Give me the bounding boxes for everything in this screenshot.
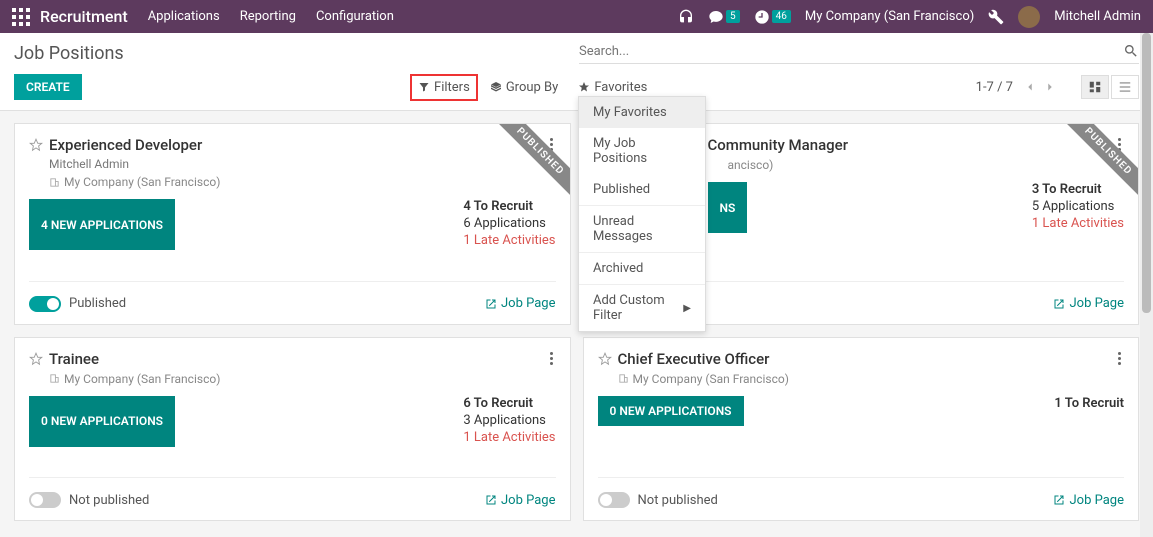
pager: 1-7 / 7: [976, 75, 1139, 99]
page-title: Job Positions: [14, 43, 124, 64]
favorite-star-icon[interactable]: [29, 138, 43, 152]
search-area: [579, 43, 1139, 64]
groupby-button[interactable]: Group By: [490, 80, 559, 95]
kanban-board: PUBLISHED Experienced Developer Mitchell…: [0, 111, 1153, 533]
top-nav: Recruitment Applications Reporting Confi…: [0, 0, 1153, 33]
job-card: Trainee My Company (San Francisco) 0 NEW…: [14, 337, 571, 522]
search-input[interactable]: [579, 44, 1123, 59]
favorites-button[interactable]: Favorites: [578, 80, 647, 95]
user-name[interactable]: Mitchell Admin: [1054, 9, 1141, 24]
groupby-label: Group By: [506, 80, 559, 95]
job-page-link[interactable]: Job Page: [485, 296, 556, 311]
new-applications-button[interactable]: NS: [708, 182, 748, 233]
list-view-button[interactable]: [1111, 75, 1139, 99]
published-toggle[interactable]: [29, 492, 61, 508]
job-company: My Company (San Francisco): [49, 372, 548, 386]
external-link-icon: [1053, 494, 1065, 506]
pager-next[interactable]: [1043, 80, 1057, 94]
published-toggle[interactable]: [29, 296, 61, 312]
job-card: Chief Executive Officer My Company (San …: [583, 337, 1140, 522]
add-custom-filter-label: Add Custom Filter: [593, 293, 683, 323]
published-label: Published: [69, 296, 126, 311]
building-icon: [49, 177, 60, 188]
pager-text[interactable]: 1-7 / 7: [976, 80, 1013, 95]
job-page-link[interactable]: Job Page: [1053, 493, 1124, 508]
filters-dropdown: My Favorites My Job Positions Published …: [578, 96, 706, 332]
new-applications-button[interactable]: 4 NEW APPLICATIONS: [29, 199, 175, 250]
activity-icon[interactable]: 46: [754, 9, 791, 25]
nav-right: 5 46 My Company (San Francisco) Mitchell…: [678, 6, 1141, 28]
published-label: Not published: [69, 493, 149, 508]
app-brand[interactable]: Recruitment: [40, 7, 128, 26]
published-ribbon: PUBLISHED: [1058, 124, 1138, 204]
to-recruit-stat: 6 To Recruit: [463, 396, 555, 411]
published-toggle[interactable]: [598, 492, 630, 508]
filter-my-favorites[interactable]: My Favorites: [579, 97, 705, 128]
job-owner: Mitchell Admin: [49, 157, 548, 171]
late-activities-stat: 1 Late Activities: [463, 430, 555, 445]
late-activities-stat: 1 Late Activities: [1032, 216, 1124, 231]
funnel-icon: [418, 81, 430, 93]
debug-icon[interactable]: [988, 9, 1004, 25]
layers-icon: [490, 81, 502, 93]
card-more-button[interactable]: [1116, 350, 1124, 386]
building-icon: [618, 373, 629, 384]
filter-published[interactable]: Published: [579, 174, 705, 205]
favorite-star-icon[interactable]: [29, 352, 43, 366]
card-more-button[interactable]: [548, 350, 556, 386]
chevron-right-icon: ▶: [683, 303, 691, 314]
filters-button[interactable]: Filters: [410, 74, 478, 101]
job-company: My Company (San Francisco): [49, 175, 548, 189]
messages-badge: 5: [726, 10, 740, 23]
late-activities-stat: 1 Late Activities: [463, 233, 555, 248]
job-company: My Company (San Francisco): [618, 372, 1117, 386]
search-icon[interactable]: [1123, 43, 1139, 59]
job-card: PUBLISHED Experienced Developer Mitchell…: [14, 123, 571, 325]
support-icon[interactable]: [678, 9, 694, 25]
job-title[interactable]: Community Manager: [708, 136, 849, 154]
new-applications-button[interactable]: 0 NEW APPLICATIONS: [29, 396, 175, 447]
published-ribbon: PUBLISHED: [490, 124, 570, 204]
favorite-star-icon[interactable]: [598, 352, 612, 366]
company-switcher[interactable]: My Company (San Francisco): [805, 9, 974, 24]
applications-stat: 3 Applications: [463, 413, 555, 428]
messages-icon[interactable]: 5: [708, 9, 740, 25]
create-button[interactable]: CREATE: [14, 74, 82, 100]
job-title[interactable]: Chief Executive Officer: [618, 350, 770, 368]
external-link-icon: [1053, 298, 1065, 310]
published-label: Not published: [638, 493, 718, 508]
filter-unread-messages[interactable]: Unread Messages: [579, 206, 705, 252]
new-applications-button[interactable]: 0 NEW APPLICATIONS: [598, 396, 744, 426]
nav-links: Applications Reporting Configuration: [148, 9, 394, 24]
pager-prev[interactable]: [1023, 80, 1037, 94]
filters-label: Filters: [434, 80, 470, 95]
scrollbar-thumb[interactable]: [1142, 33, 1151, 313]
external-link-icon: [485, 494, 497, 506]
favorites-label: Favorites: [594, 80, 647, 95]
job-page-link[interactable]: Job Page: [485, 493, 556, 508]
scrollbar[interactable]: [1140, 33, 1153, 537]
nav-configuration[interactable]: Configuration: [316, 9, 394, 24]
to-recruit-stat: 1 To Recruit: [1054, 396, 1124, 411]
filter-archived[interactable]: Archived: [579, 253, 705, 284]
star-icon: [578, 81, 590, 93]
avatar[interactable]: [1018, 6, 1040, 28]
job-title[interactable]: Trainee: [49, 350, 99, 368]
kanban-view-button[interactable]: [1081, 75, 1109, 99]
applications-stat: 6 Applications: [463, 216, 555, 231]
building-icon: [49, 373, 60, 384]
add-custom-filter[interactable]: Add Custom Filter ▶: [579, 285, 705, 331]
external-link-icon: [485, 298, 497, 310]
job-title[interactable]: Experienced Developer: [49, 136, 202, 154]
nav-applications[interactable]: Applications: [148, 9, 220, 24]
apps-icon[interactable]: [12, 8, 30, 26]
activity-badge: 46: [772, 10, 791, 23]
nav-reporting[interactable]: Reporting: [240, 9, 296, 24]
filter-my-job-positions[interactable]: My Job Positions: [579, 128, 705, 174]
toolbar: Job Positions CREATE Filters Group By Fa…: [0, 33, 1153, 111]
job-page-link[interactable]: Job Page: [1053, 296, 1124, 311]
